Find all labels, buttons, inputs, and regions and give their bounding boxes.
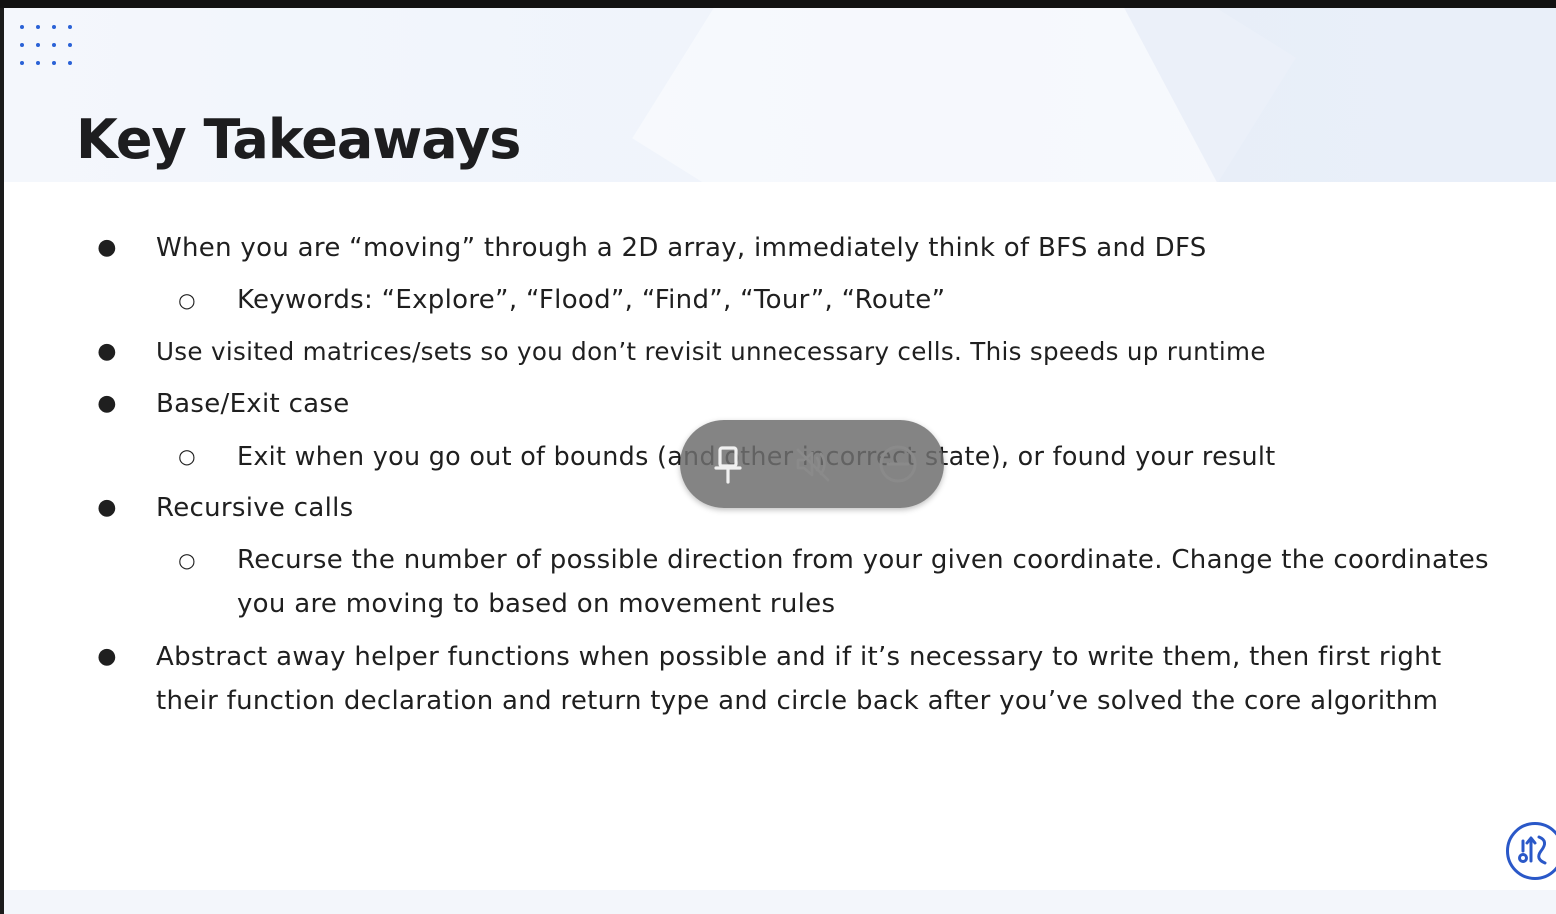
bullet-text: Abstract away helper functions when poss…: [156, 642, 1442, 716]
bullet-text: Base/Exit case: [156, 389, 350, 419]
bullet-text: When you are “moving” through a 2D array…: [156, 233, 1207, 263]
mute-button[interactable]: [790, 442, 834, 486]
bullet-marker: ●: [97, 644, 117, 669]
stop-icon: [879, 445, 917, 483]
bullet-text: Recurse the number of possible direction…: [237, 545, 1489, 619]
slide-canvas: Key Takeaways ● When you are “moving” th…: [4, 8, 1556, 914]
bullet-text: Recursive calls: [156, 493, 354, 523]
assistant-badge[interactable]: [1506, 822, 1556, 880]
assistant-icon: [1518, 835, 1547, 865]
mute-icon: [796, 448, 830, 482]
bullet-marker: ●: [97, 339, 117, 364]
floating-presentation-toolbar: [680, 420, 944, 508]
pin-button[interactable]: [706, 442, 750, 486]
window-top-bar: [0, 0, 1556, 8]
bullet-marker: ●: [97, 235, 117, 260]
bullet-marker: ○: [178, 444, 196, 468]
bullet-marker: ○: [178, 288, 196, 312]
pin-icon: [714, 446, 742, 484]
bullet-text: Keywords: “Explore”, “Flood”, “Find”, “T…: [237, 285, 946, 315]
bullet-marker: ○: [178, 548, 196, 572]
stop-button[interactable]: [876, 442, 920, 486]
bullet-text: Use visited matrices/sets so you don’t r…: [156, 337, 1266, 366]
bullet-marker: ●: [97, 495, 117, 520]
bullet-marker: ●: [97, 391, 117, 416]
